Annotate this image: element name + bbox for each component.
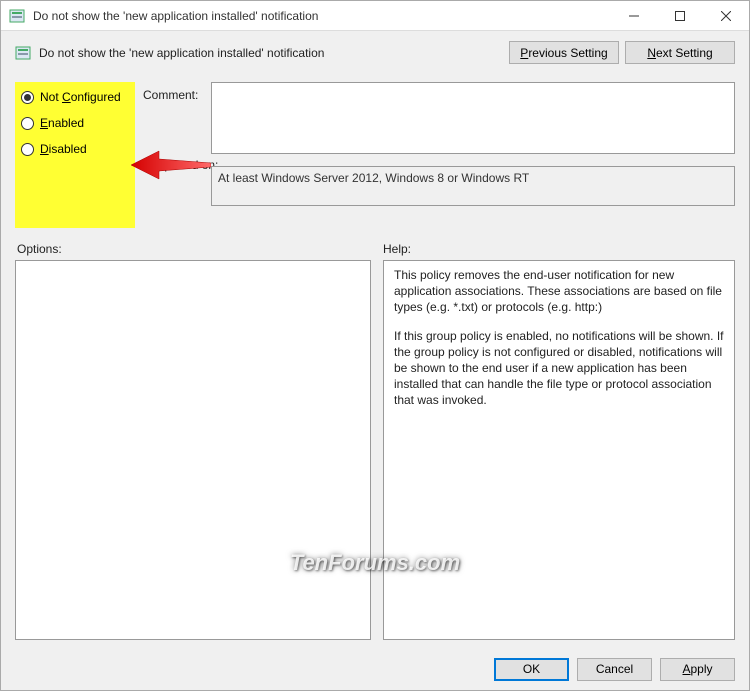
- comment-label: Comment:: [143, 88, 211, 102]
- help-label: Help:: [383, 242, 735, 256]
- radio-not-configured[interactable]: Not Configured: [21, 90, 129, 104]
- titlebar[interactable]: Do not show the 'new application install…: [1, 1, 749, 31]
- policy-icon: [15, 45, 31, 61]
- help-text: This policy removes the end-user notific…: [394, 267, 724, 316]
- field-labels: Comment: Supported on:: [135, 82, 211, 228]
- apply-button[interactable]: Apply: [660, 658, 735, 681]
- footer: OK Cancel Apply: [1, 648, 749, 690]
- radio-group: Not Configured Enabled Disabled: [15, 82, 135, 228]
- radio-icon: [21, 117, 34, 130]
- panels: This policy removes the end-user notific…: [15, 260, 735, 640]
- options-label: Options:: [15, 242, 383, 256]
- supported-on-value: [211, 166, 735, 206]
- policy-title: Do not show the 'new application install…: [39, 46, 509, 60]
- help-text: If this group policy is enabled, no noti…: [394, 328, 724, 409]
- options-panel: [15, 260, 371, 640]
- supported-on-label: Supported on:: [143, 158, 211, 172]
- radio-icon: [21, 143, 34, 156]
- help-panel: This policy removes the end-user notific…: [383, 260, 735, 640]
- cancel-button[interactable]: Cancel: [577, 658, 652, 681]
- radio-enabled[interactable]: Enabled: [21, 116, 129, 130]
- minimize-button[interactable]: [611, 1, 657, 31]
- radio-disabled[interactable]: Disabled: [21, 142, 129, 156]
- ok-button[interactable]: OK: [494, 658, 569, 681]
- gpedit-policy-dialog: Do not show the 'new application install…: [0, 0, 750, 691]
- comment-input[interactable]: [211, 82, 735, 154]
- next-setting-button[interactable]: Next Setting: [625, 41, 735, 64]
- maximize-button[interactable]: [657, 1, 703, 31]
- panel-labels: Options: Help:: [15, 242, 735, 256]
- state-section: Not Configured Enabled Disabled Comment:…: [15, 82, 735, 228]
- app-icon: [9, 8, 25, 24]
- dialog-content: Do not show the 'new application install…: [1, 31, 749, 648]
- previous-setting-button[interactable]: Previous Setting: [509, 41, 619, 64]
- radio-icon: [21, 91, 34, 104]
- close-button[interactable]: [703, 1, 749, 31]
- header-row: Do not show the 'new application install…: [15, 41, 735, 64]
- window-title: Do not show the 'new application install…: [33, 9, 611, 23]
- field-values: [211, 82, 735, 228]
